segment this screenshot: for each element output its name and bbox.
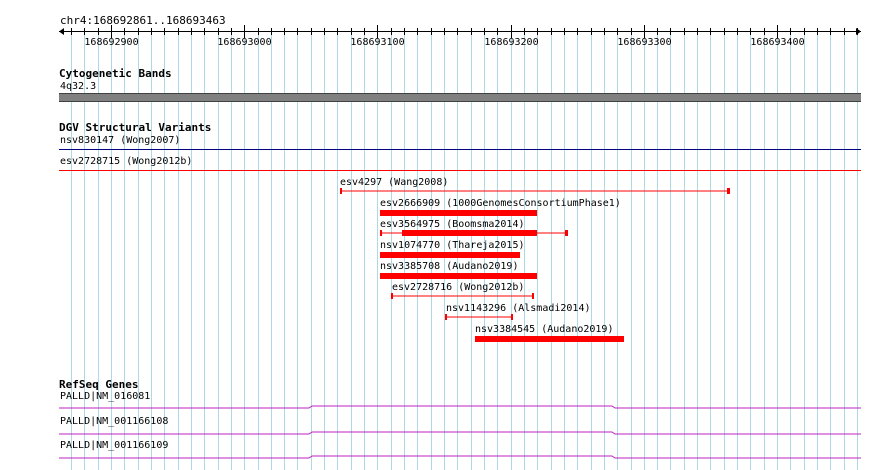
- ruler-tick-label: 168693400: [750, 37, 804, 48]
- ruler-tick-label: 168692900: [84, 37, 138, 48]
- ruler-tick-label: 168693000: [217, 37, 271, 48]
- ruler-tick-label: 168693300: [617, 37, 671, 48]
- variant-label: nsv830147 (Wong2007): [60, 135, 181, 146]
- cytoband-track-title: Cytogenetic Bands: [59, 67, 172, 80]
- variant-feature[interactable]: [380, 273, 537, 279]
- variant-feature[interactable]: [380, 210, 537, 216]
- variant-label: esv2666909 (1000GenomesConsortiumPhase1): [380, 198, 621, 209]
- gene-label: PALLD|NM_001166109: [60, 440, 169, 451]
- variant-feature[interactable]: [445, 313, 517, 321]
- variant-label: nsv3384545 (Audano2019): [475, 324, 614, 335]
- cytoband-bar[interactable]: [59, 93, 861, 102]
- variant-label: esv2728715 (Wong2012b): [60, 156, 193, 167]
- variant-track-line[interactable]: [59, 170, 861, 171]
- coordinate-ruler[interactable]: 168692900 168693000 168693100 168693200 1686…: [0, 20, 890, 70]
- variant-feature[interactable]: [475, 336, 624, 342]
- gene-feature[interactable]: [59, 453, 861, 461]
- cytoband-label: 4q32.3: [60, 81, 97, 92]
- ruler-left-arrow-icon[interactable]: [59, 28, 64, 35]
- variant-label: nsv3385708 (Audano2019): [380, 261, 519, 272]
- refseq-track-title: RefSeq Genes: [59, 378, 139, 391]
- variant-feature[interactable]: [391, 292, 541, 300]
- variant-label: nsv1074770 (Thareja2015): [380, 240, 525, 251]
- gene-feature[interactable]: [59, 403, 861, 411]
- gene-label: PALLD|NM_001166108: [60, 416, 169, 427]
- gene-feature[interactable]: [59, 429, 861, 437]
- dgv-track-title: DGV Structural Variants: [59, 121, 212, 134]
- genome-browser-view: chr4:168692861..168693463 168692900 16869…: [0, 0, 890, 470]
- variant-feature[interactable]: [380, 229, 570, 237]
- variant-track-line[interactable]: [59, 149, 861, 150]
- ruler-tick-label: 168693200: [484, 37, 538, 48]
- gene-label: PALLD|NM_016081: [60, 391, 151, 402]
- variant-feature[interactable]: [338, 187, 738, 195]
- ruler-tick-label: 168693100: [350, 37, 404, 48]
- variant-feature[interactable]: [380, 252, 520, 258]
- ruler-right-arrow-icon[interactable]: [856, 28, 861, 35]
